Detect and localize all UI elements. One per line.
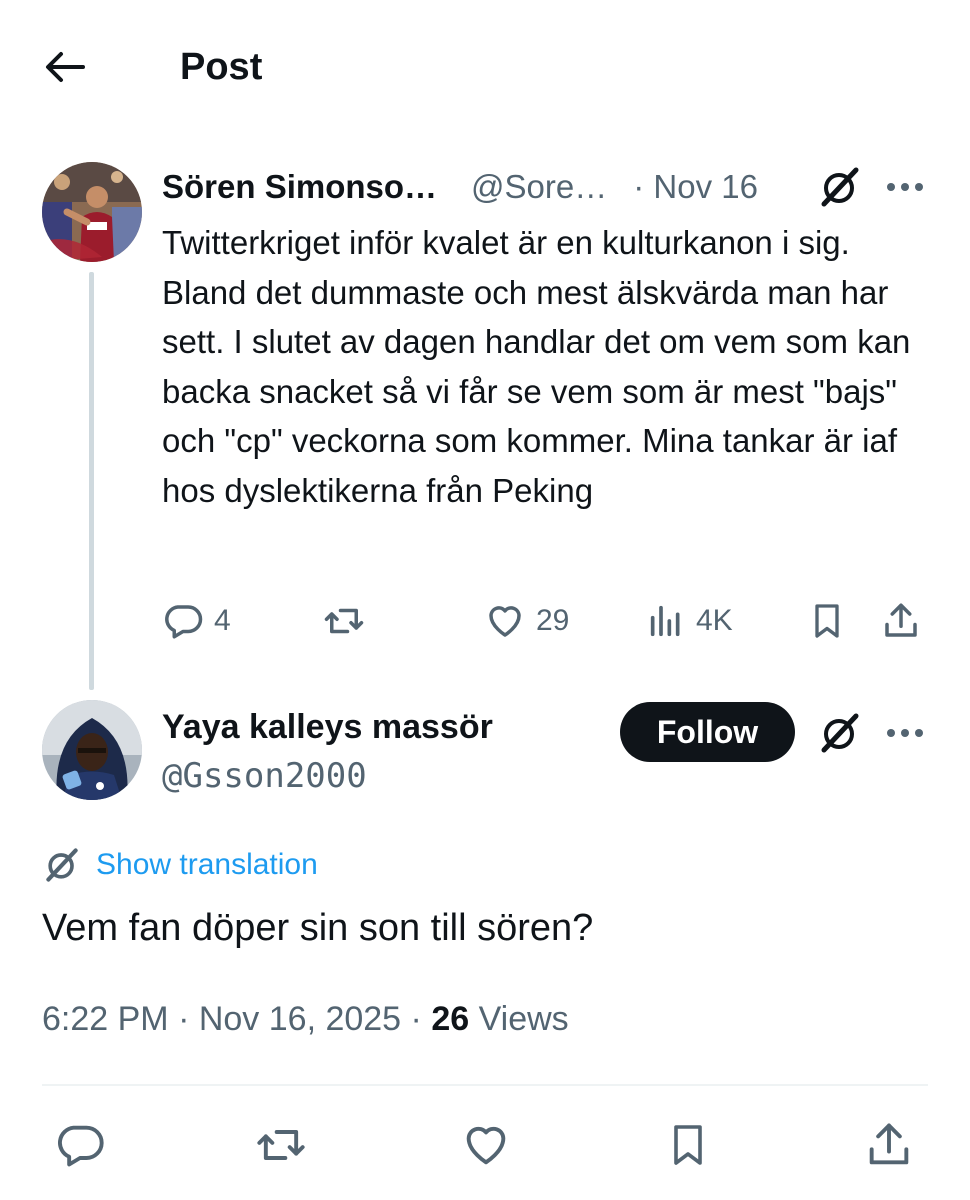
bookmark-icon	[815, 604, 839, 638]
share-icon	[869, 1123, 909, 1165]
author-handle[interactable]: @Sore…	[471, 168, 607, 206]
back-button[interactable]	[40, 44, 90, 90]
grok-button[interactable]	[815, 710, 865, 756]
like-button[interactable]	[453, 1112, 519, 1178]
reply-author-name[interactable]: Yaya kalleys massör	[162, 705, 493, 749]
share-button[interactable]	[856, 1112, 922, 1178]
bottom-action-bar	[0, 1112, 970, 1178]
heart-icon	[466, 1126, 506, 1165]
repost-button[interactable]	[322, 596, 366, 646]
share-button[interactable]	[880, 596, 922, 646]
share-icon	[885, 603, 917, 637]
author-name[interactable]: Sören Simonso…	[162, 168, 437, 206]
follow-button[interactable]: Follow	[620, 702, 795, 762]
avatar[interactable]	[42, 162, 142, 262]
avatar-photo	[42, 162, 142, 262]
more-icon	[887, 729, 923, 737]
grok-icon	[821, 713, 859, 753]
tweet-date[interactable]: · Nov 16	[633, 168, 758, 206]
show-translation-link[interactable]: Show translation	[42, 842, 318, 888]
view-count: 4K	[696, 604, 733, 637]
bookmark-button[interactable]	[807, 596, 847, 646]
avatar[interactable]	[42, 700, 142, 800]
reply-button[interactable]	[47, 1112, 113, 1178]
grok-icon	[46, 848, 78, 882]
reply-icon	[58, 1125, 104, 1167]
bookmark-button[interactable]	[655, 1112, 721, 1178]
timestamp-text[interactable]: 6:22 PM · Nov 16, 2025 ·	[42, 1000, 431, 1038]
reply-author-handle[interactable]: @Gsson2000	[162, 754, 367, 798]
repost-icon	[324, 608, 364, 634]
tweet-timestamp: 6:22 PM · Nov 16, 2025 · 26 Views	[42, 996, 569, 1042]
arrow-left-icon	[46, 52, 85, 82]
tweet-text: Twitterkriget inför kvalet är en kulturk…	[162, 224, 920, 509]
repost-icon	[257, 1130, 305, 1160]
analytics-icon	[650, 605, 680, 637]
page-title: Post	[180, 46, 263, 88]
grok-button[interactable]	[815, 164, 865, 210]
grok-icon	[821, 167, 859, 207]
thread-connector-line	[89, 272, 94, 690]
more-options-button[interactable]	[880, 710, 930, 756]
like-count: 29	[536, 604, 570, 637]
avatar-photo	[42, 700, 142, 800]
bookmark-icon	[674, 1125, 702, 1165]
reply-tweet-text: Vem fan döper sin son till sören?	[42, 907, 594, 949]
repost-button[interactable]	[248, 1112, 314, 1178]
views-count: 26	[431, 1000, 470, 1038]
top-bar: Post	[0, 0, 970, 130]
views-label: Views	[469, 1000, 569, 1038]
tweet-action-bar: 4 29 4K	[162, 596, 942, 646]
more-icon	[887, 183, 923, 191]
more-options-button[interactable]	[880, 164, 930, 210]
like-button[interactable]: 29	[484, 596, 569, 646]
divider	[42, 1084, 928, 1086]
heart-icon	[489, 606, 521, 637]
show-translation-label: Show translation	[96, 848, 318, 881]
reply-button[interactable]: 4	[162, 596, 231, 646]
reply-icon	[165, 605, 203, 639]
views-button[interactable]: 4K	[646, 596, 733, 646]
reply-count: 4	[214, 604, 231, 637]
